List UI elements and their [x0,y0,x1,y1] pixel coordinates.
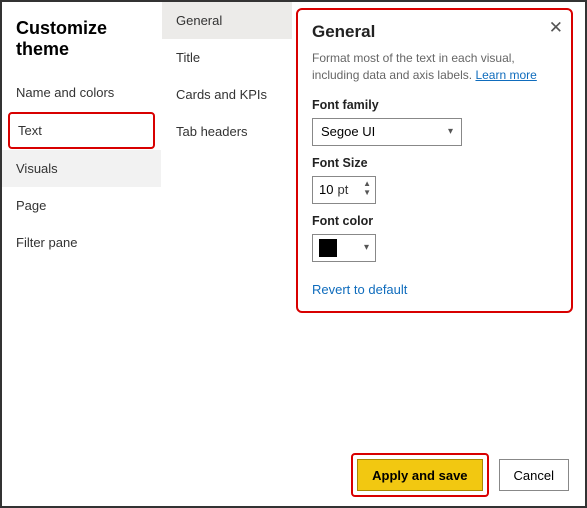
chevron-down-icon: ▼ [363,188,371,197]
font-size-value: 10 [319,182,333,197]
mid-nav-tab-headers[interactable]: Tab headers [162,113,292,150]
left-nav-page[interactable]: Page [2,187,161,224]
dialog-title: Customize theme [2,2,161,74]
chevron-down-icon: ▾ [364,242,369,253]
dialog-body: Customize theme Name and colors Text Vis… [2,2,585,448]
chevron-down-icon: ▾ [448,126,453,137]
settings-panel: ✕ General Format most of the text in eac… [292,2,585,448]
apply-highlight: Apply and save [351,453,488,497]
chevron-up-icon: ▲ [363,179,371,188]
font-size-label: Font Size [312,156,557,170]
left-nav-text[interactable]: Text [8,112,155,149]
mid-nav-cards-and-kpis[interactable]: Cards and KPIs [162,76,292,113]
mid-nav-title[interactable]: Title [162,39,292,76]
font-family-label: Font family [312,98,557,112]
font-family-select[interactable]: Segoe UI ▾ [312,118,462,146]
left-nav: Customize theme Name and colors Text Vis… [2,2,162,448]
dialog-footer: Apply and save Cancel [2,448,585,506]
panel-description: Format most of the text in each visual, … [312,50,557,84]
left-nav-filter-pane[interactable]: Filter pane [2,224,161,261]
cancel-button[interactable]: Cancel [499,459,569,491]
font-color-picker[interactable]: ▾ [312,234,376,262]
revert-to-default-link[interactable]: Revert to default [312,282,557,297]
color-swatch [319,239,337,257]
font-size-input[interactable]: 10 pt ▲▼ [312,176,376,204]
customize-theme-dialog: Customize theme Name and colors Text Vis… [0,0,587,508]
learn-more-link[interactable]: Learn more [475,68,536,82]
general-panel: General Format most of the text in each … [296,8,573,313]
font-size-unit: pt [337,182,348,197]
left-nav-name-and-colors[interactable]: Name and colors [2,74,161,111]
left-nav-visuals[interactable]: Visuals [2,150,161,187]
panel-heading: General [312,22,557,42]
mid-nav-general[interactable]: General [162,2,292,39]
spinner-arrows[interactable]: ▲▼ [363,179,371,197]
apply-and-save-button[interactable]: Apply and save [357,459,482,491]
font-family-value: Segoe UI [321,124,375,139]
mid-nav: General Title Cards and KPIs Tab headers [162,2,292,448]
font-color-label: Font color [312,214,557,228]
